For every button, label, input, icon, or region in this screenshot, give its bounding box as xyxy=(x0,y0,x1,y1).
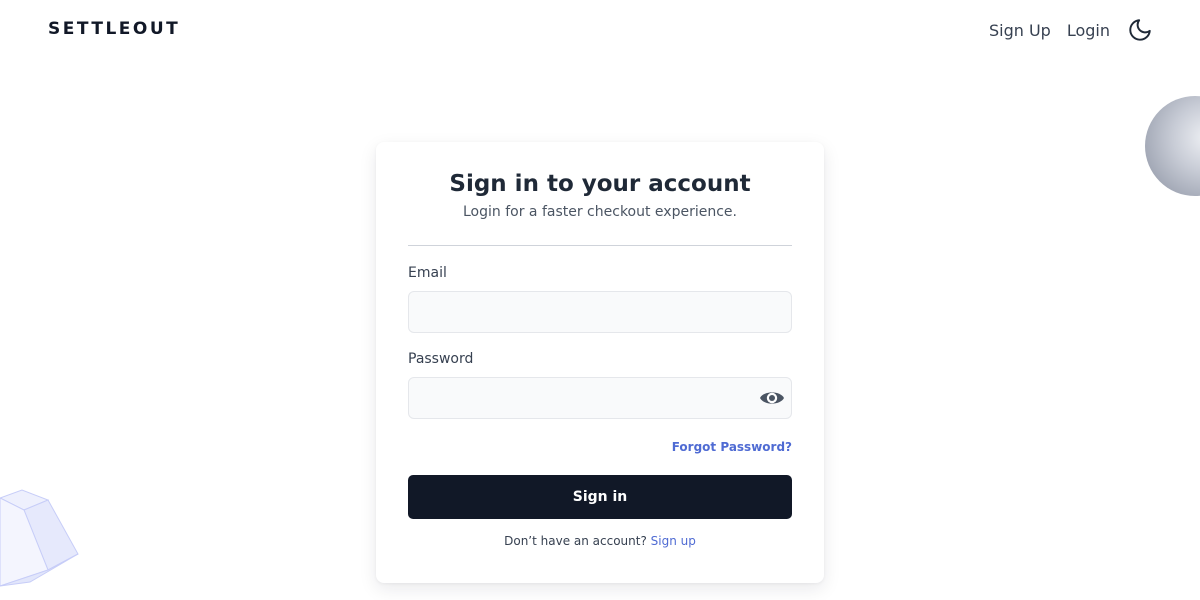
login-page: SETTLEOUT Sign Up Login Sign in to your … xyxy=(0,0,1200,600)
divider xyxy=(408,245,792,246)
decorative-cube xyxy=(0,489,79,587)
password-field[interactable] xyxy=(408,377,792,419)
password-label: Password xyxy=(408,351,474,367)
sign-in-button[interactable]: Sign in xyxy=(408,475,792,519)
sign-in-card: Sign in to your account Login for a fast… xyxy=(376,142,824,583)
brand-logo[interactable]: SETTLEOUT xyxy=(48,19,180,39)
nav-sign-up-link[interactable]: Sign Up xyxy=(989,21,1051,40)
moon-icon xyxy=(1129,19,1151,41)
page-subtitle: Login for a faster checkout experience. xyxy=(463,204,737,220)
forgot-password-link[interactable]: Forgot Password? xyxy=(672,440,792,454)
top-nav: Sign Up Login xyxy=(989,16,1154,44)
signup-prompt-text: Don’t have an account? xyxy=(504,534,647,548)
email-field[interactable] xyxy=(408,291,792,333)
page-title: Sign in to your account xyxy=(449,171,751,197)
decorative-sphere xyxy=(1145,96,1200,196)
email-label: Email xyxy=(408,265,447,281)
theme-toggle-button[interactable] xyxy=(1126,16,1154,44)
sign-up-link[interactable]: Sign up xyxy=(651,534,696,548)
nav-login-link[interactable]: Login xyxy=(1067,21,1110,40)
top-navbar: SETTLEOUT Sign Up Login xyxy=(0,0,1200,60)
show-password-toggle[interactable] xyxy=(758,386,786,410)
signup-prompt: Don’t have an account? Sign up xyxy=(376,534,824,548)
eye-icon xyxy=(760,392,784,404)
